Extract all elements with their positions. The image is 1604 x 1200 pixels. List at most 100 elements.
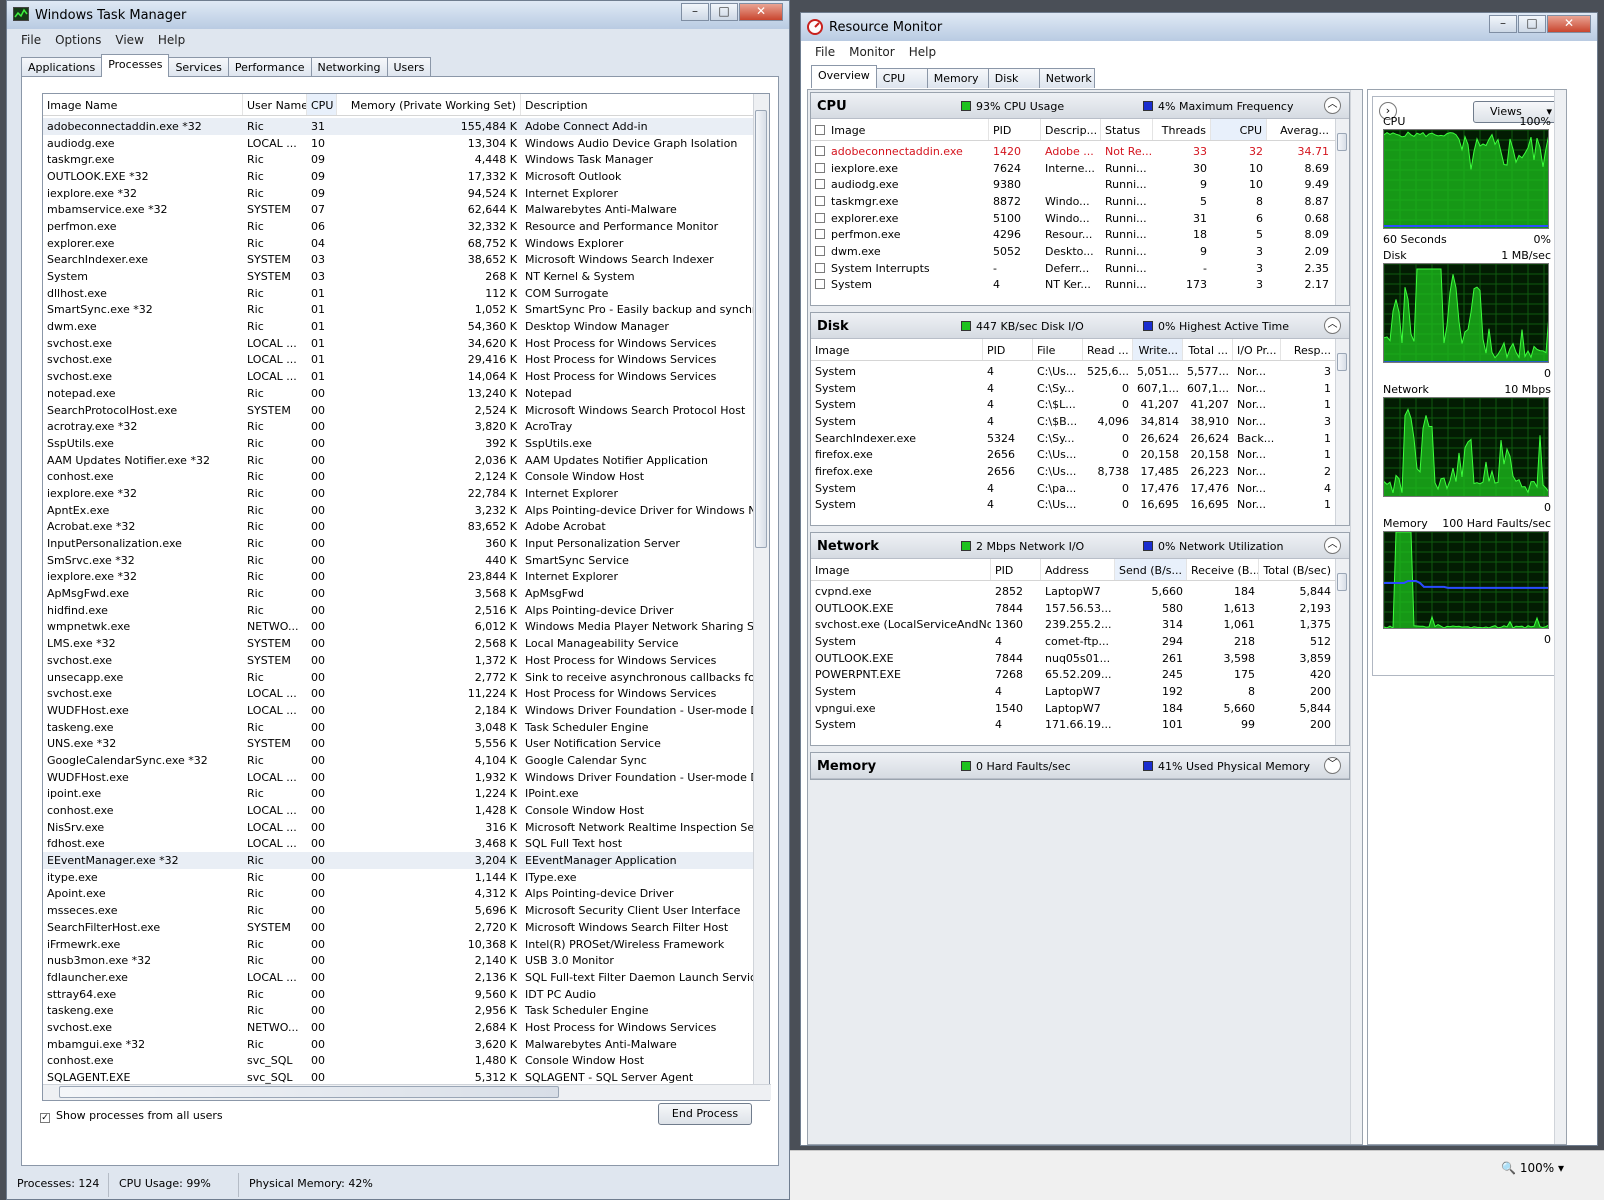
disk-activity-row[interactable]: firefox.exe 2656 C:\Us... 8,738 17,485 26,223… [811, 463, 1335, 480]
network-activity-row[interactable]: POWERPNT.EXE 7268 65.52.209... 245 175 420 [811, 666, 1335, 683]
row-checkbox[interactable] [815, 279, 825, 290]
row-checkbox[interactable] [815, 145, 825, 156]
hscroll-thumb[interactable] [59, 1086, 559, 1098]
expand-icon[interactable]: ﹀ [1324, 757, 1341, 774]
maximize-button[interactable]: □ [1518, 15, 1546, 33]
network-activity-row[interactable]: System 4 comet-ftp... 294 218 512 [811, 633, 1335, 650]
cpu-process-row[interactable]: taskmgr.exe 8872 Windo... Runni... 5 8 8.87 [811, 193, 1335, 210]
vscroll-thumb[interactable] [1337, 133, 1347, 151]
network-activity-row[interactable]: OUTLOOK.EXE 7844 157.56.53... 580 1,613 2,193 [811, 600, 1335, 617]
tab-memory[interactable]: Memory [926, 68, 989, 88]
cpu-process-row[interactable]: audiodg.exe 9380 Runni... 9 10 9.49 [811, 176, 1335, 193]
net-col-total[interactable]: Total (B/sec) [1259, 559, 1335, 580]
process-row[interactable]: taskeng.exe Ric 00 3,048 K Task Scheduler En… [43, 719, 753, 736]
network-section-header[interactable]: Network 2 Mbps Network I/O 0% Network Ut… [811, 533, 1349, 559]
menu-view[interactable]: View [115, 33, 143, 47]
vscroll-thumb[interactable] [1337, 353, 1347, 371]
process-row[interactable]: conhost.exe svc_SQL 00 1,480 K Console Windo… [43, 1053, 753, 1070]
process-row[interactable]: fdhost.exe LOCAL ... 00 3,468 K SQL Full Tex… [43, 836, 753, 853]
process-row[interactable]: System SYSTEM 03 268 K NT Kernel & System [43, 268, 753, 285]
process-row[interactable]: conhost.exe Ric 00 2,124 K Console Window Ho… [43, 468, 753, 485]
process-row[interactable]: SearchProtocolHost.exe SYSTEM 00 2,524 K Mic… [43, 402, 753, 419]
end-process-button[interactable]: End Process [658, 1103, 752, 1125]
menu-file[interactable]: File [21, 33, 41, 47]
cpu-col-status[interactable]: Status [1101, 119, 1153, 140]
process-row[interactable]: svchost.exe LOCAL ... 01 14,064 K Host Proce… [43, 368, 753, 385]
network-activity-row[interactable]: System 4 171.66.19... 101 99 200 [811, 717, 1335, 734]
process-row[interactable]: svchost.exe LOCAL ... 00 11,224 K Host Proce… [43, 685, 753, 702]
row-checkbox[interactable] [815, 212, 825, 223]
tab-services[interactable]: Services [168, 57, 229, 77]
cpu-col-pid[interactable]: PID [989, 119, 1041, 140]
process-list-hscroll[interactable] [43, 1084, 771, 1100]
process-row[interactable]: SearchIndexer.exe SYSTEM 03 38,652 K Microso… [43, 252, 753, 269]
cpu-col-image[interactable]: Image [811, 119, 989, 140]
process-row[interactable]: svchost.exe LOCAL ... 01 29,416 K Host Proce… [43, 352, 753, 369]
net-col-pid[interactable]: PID [991, 559, 1041, 580]
process-row[interactable]: ipoint.exe Ric 00 1,224 K IPoint.exe [43, 786, 753, 803]
disk-activity-row[interactable]: firefox.exe 2656 C:\Us... 0 20,158 20,158 Nor.… [811, 446, 1335, 463]
process-row[interactable]: dwm.exe Ric 01 54,360 K Desktop Window Manag… [43, 318, 753, 335]
menu-monitor[interactable]: Monitor [849, 45, 895, 59]
net-col-receive[interactable]: Receive (B... [1187, 559, 1259, 580]
process-row[interactable]: wmpnetwk.exe NETWO... 00 6,012 K Windows Med… [43, 619, 753, 636]
zoom-indicator[interactable]: 🔍 100% ▾ [1501, 1161, 1564, 1175]
process-row[interactable]: audiodg.exe LOCAL ... 10 13,304 K Windows Au… [43, 135, 753, 152]
close-button[interactable]: ✕ [1547, 15, 1591, 33]
menu-help[interactable]: Help [909, 45, 936, 59]
tab-performance[interactable]: Performance [227, 57, 312, 77]
process-row[interactable]: SmartSync.exe *32 Ric 01 1,052 K SmartSync P… [43, 302, 753, 319]
vscroll-thumb[interactable] [1337, 573, 1347, 591]
process-row[interactable]: unsecapp.exe Ric 00 2,772 K Sink to receive … [43, 669, 753, 686]
process-row[interactable]: mbamgui.exe *32 Ric 00 3,620 K Malwarebytes … [43, 1036, 753, 1053]
close-button[interactable]: ✕ [739, 3, 783, 21]
tab-disk[interactable]: Disk [987, 68, 1040, 88]
process-row[interactable]: explorer.exe Ric 04 68,752 K Windows Explore… [43, 235, 753, 252]
column-description[interactable]: Description [521, 94, 753, 115]
disk-col-write[interactable]: Write... [1133, 339, 1183, 360]
disk-activity-row[interactable]: SearchIndexer.exe 5324 C:\Sy... 0 26,624 26,6… [811, 430, 1335, 447]
maximize-button[interactable]: □ [710, 3, 738, 21]
process-row[interactable]: WUDFHost.exe LOCAL ... 00 2,184 K Windows Dr… [43, 702, 753, 719]
process-row[interactable]: UNS.exe *32 SYSTEM 00 5,556 K User Notificat… [43, 735, 753, 752]
cpu-col-threads[interactable]: Threads [1153, 119, 1211, 140]
network-activity-row[interactable]: System 4 LaptopW7 192 8 200 [811, 683, 1335, 700]
disk-activity-row[interactable]: System 4 C:\Sy... 0 607,1... 607,1... Nor... 1 [811, 380, 1335, 397]
graph-pane-vscroll[interactable] [1554, 90, 1566, 1144]
process-row[interactable]: fdlauncher.exe LOCAL ... 00 2,136 K SQL Full… [43, 969, 753, 986]
row-checkbox[interactable] [815, 179, 825, 190]
column-cpu[interactable]: CPU [307, 94, 337, 115]
process-row[interactable]: ApntEx.exe Ric 00 3,232 K Alps Pointing-devi… [43, 502, 753, 519]
net-col-address[interactable]: Address [1041, 559, 1115, 580]
process-row[interactable]: svchost.exe SYSTEM 00 1,372 K Host Process f… [43, 652, 753, 669]
process-row[interactable]: WUDFHost.exe LOCAL ... 00 1,932 K Windows Dr… [43, 769, 753, 786]
disk-col-io-priority[interactable]: I/O Pr... [1233, 339, 1281, 360]
disk-section-header[interactable]: Disk 447 KB/sec Disk I/O 0% Highest Acti… [811, 313, 1349, 339]
process-row[interactable]: iFrmewrk.exe Ric 00 10,368 K Intel(R) PROSet… [43, 936, 753, 953]
row-checkbox[interactable] [815, 229, 825, 240]
cpu-process-row[interactable]: System Interrupts - Deferr... Runni... -3 2.3… [811, 260, 1335, 277]
net-col-image[interactable]: Image [811, 559, 991, 580]
cpu-col-average[interactable]: Averag... [1267, 119, 1333, 140]
process-row[interactable]: perfmon.exe Ric 06 32,332 K Resource and Per… [43, 218, 753, 235]
column-memory[interactable]: Memory (Private Working Set) [337, 94, 521, 115]
network-activity-row[interactable]: vpngui.exe 1540 LaptopW7 184 5,660 5,844 [811, 700, 1335, 717]
process-row[interactable]: hidfind.exe Ric 00 2,516 K Alps Pointing-dev… [43, 602, 753, 619]
process-row[interactable]: svchost.exe LOCAL ... 01 34,620 K Host Proce… [43, 335, 753, 352]
collapse-icon[interactable]: ︿ [1324, 317, 1341, 334]
process-row[interactable]: InputPersonalization.exe Ric 00 360 K Input … [43, 535, 753, 552]
left-pane-vscroll[interactable] [1350, 90, 1362, 1144]
row-checkbox[interactable] [815, 195, 825, 206]
disk-table-vscroll[interactable] [1335, 339, 1349, 525]
disk-col-response[interactable]: Resp... [1281, 339, 1335, 360]
process-row[interactable]: dllhost.exe Ric 01 112 K COM Surrogate [43, 285, 753, 302]
process-row[interactable]: NisSrv.exe LOCAL ... 00 316 K Microsoft Netw… [43, 819, 753, 836]
process-row[interactable]: GoogleCalendarSync.exe *32 Ric 00 4,104 K Go… [43, 752, 753, 769]
network-activity-row[interactable]: svchost.exe (LocalServiceAndNo... 1360 239… [811, 616, 1335, 633]
process-row[interactable]: conhost.exe LOCAL ... 00 1,428 K Console Win… [43, 802, 753, 819]
cpu-process-row[interactable]: adobeconnectaddin.exe 1420 Adobe ... Not Re… [811, 143, 1335, 160]
menu-options[interactable]: Options [55, 33, 101, 47]
disk-col-file[interactable]: File [1033, 339, 1083, 360]
process-row[interactable]: nusb3mon.exe *32 Ric 00 2,140 K USB 3.0 Moni… [43, 952, 753, 969]
cpu-process-row[interactable]: perfmon.exe 4296 Resour... Runni... 18 5 8.09 [811, 226, 1335, 243]
